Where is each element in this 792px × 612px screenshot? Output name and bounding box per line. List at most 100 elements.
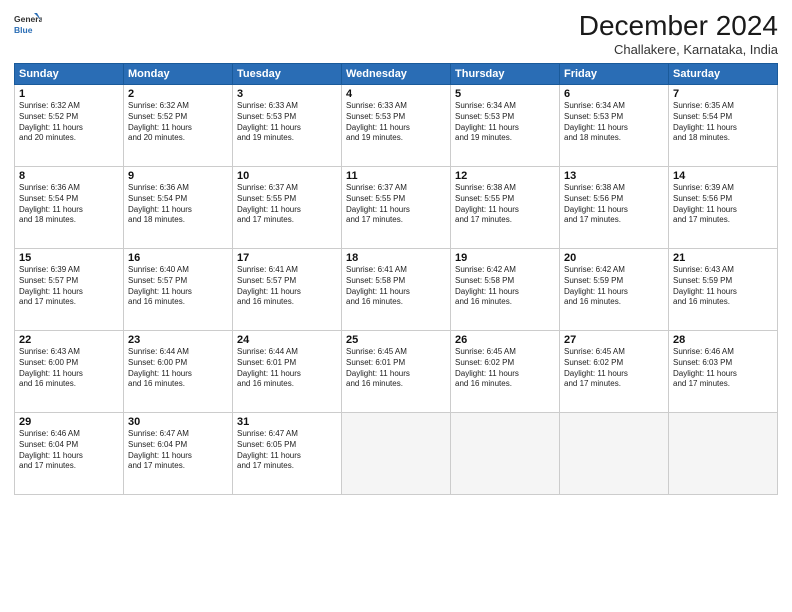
day-info: Sunrise: 6:36 AMSunset: 5:54 PMDaylight:… xyxy=(19,183,119,226)
calendar-cell xyxy=(451,413,560,495)
day-number: 6 xyxy=(564,88,664,100)
col-saturday: Saturday xyxy=(669,64,778,85)
calendar-cell: 22Sunrise: 6:43 AMSunset: 6:00 PMDayligh… xyxy=(15,331,124,413)
calendar-week: 1Sunrise: 6:32 AMSunset: 5:52 PMDaylight… xyxy=(15,85,778,167)
day-number: 19 xyxy=(455,252,555,264)
day-info: Sunrise: 6:43 AMSunset: 6:00 PMDaylight:… xyxy=(19,347,119,390)
day-info: Sunrise: 6:39 AMSunset: 5:57 PMDaylight:… xyxy=(19,265,119,308)
calendar-cell xyxy=(560,413,669,495)
day-info: Sunrise: 6:40 AMSunset: 5:57 PMDaylight:… xyxy=(128,265,228,308)
calendar-cell: 24Sunrise: 6:44 AMSunset: 6:01 PMDayligh… xyxy=(233,331,342,413)
day-number: 14 xyxy=(673,170,773,182)
day-info: Sunrise: 6:42 AMSunset: 5:59 PMDaylight:… xyxy=(564,265,664,308)
calendar-cell: 15Sunrise: 6:39 AMSunset: 5:57 PMDayligh… xyxy=(15,249,124,331)
day-number: 4 xyxy=(346,88,446,100)
day-number: 18 xyxy=(346,252,446,264)
calendar-cell: 18Sunrise: 6:41 AMSunset: 5:58 PMDayligh… xyxy=(342,249,451,331)
calendar-cell: 31Sunrise: 6:47 AMSunset: 6:05 PMDayligh… xyxy=(233,413,342,495)
day-info: Sunrise: 6:32 AMSunset: 5:52 PMDaylight:… xyxy=(19,101,119,144)
calendar-cell: 30Sunrise: 6:47 AMSunset: 6:04 PMDayligh… xyxy=(124,413,233,495)
day-number: 30 xyxy=(128,416,228,428)
day-info: Sunrise: 6:34 AMSunset: 5:53 PMDaylight:… xyxy=(564,101,664,144)
logo-svg: General Blue xyxy=(14,10,42,38)
day-info: Sunrise: 6:37 AMSunset: 5:55 PMDaylight:… xyxy=(346,183,446,226)
day-number: 29 xyxy=(19,416,119,428)
calendar-cell: 4Sunrise: 6:33 AMSunset: 5:53 PMDaylight… xyxy=(342,85,451,167)
calendar-cell xyxy=(669,413,778,495)
calendar-cell: 14Sunrise: 6:39 AMSunset: 5:56 PMDayligh… xyxy=(669,167,778,249)
day-number: 9 xyxy=(128,170,228,182)
col-monday: Monday xyxy=(124,64,233,85)
calendar-cell: 9Sunrise: 6:36 AMSunset: 5:54 PMDaylight… xyxy=(124,167,233,249)
day-number: 24 xyxy=(237,334,337,346)
col-friday: Friday xyxy=(560,64,669,85)
day-number: 20 xyxy=(564,252,664,264)
calendar-cell: 12Sunrise: 6:38 AMSunset: 5:55 PMDayligh… xyxy=(451,167,560,249)
col-tuesday: Tuesday xyxy=(233,64,342,85)
calendar-cell: 19Sunrise: 6:42 AMSunset: 5:58 PMDayligh… xyxy=(451,249,560,331)
day-info: Sunrise: 6:45 AMSunset: 6:01 PMDaylight:… xyxy=(346,347,446,390)
day-number: 3 xyxy=(237,88,337,100)
logo: General Blue xyxy=(14,10,42,38)
calendar-cell: 20Sunrise: 6:42 AMSunset: 5:59 PMDayligh… xyxy=(560,249,669,331)
day-number: 16 xyxy=(128,252,228,264)
day-number: 11 xyxy=(346,170,446,182)
day-info: Sunrise: 6:38 AMSunset: 5:56 PMDaylight:… xyxy=(564,183,664,226)
day-info: Sunrise: 6:47 AMSunset: 6:04 PMDaylight:… xyxy=(128,429,228,472)
calendar-cell: 2Sunrise: 6:32 AMSunset: 5:52 PMDaylight… xyxy=(124,85,233,167)
calendar-cell: 25Sunrise: 6:45 AMSunset: 6:01 PMDayligh… xyxy=(342,331,451,413)
title-block: December 2024 Challakere, Karnataka, Ind… xyxy=(579,10,778,57)
calendar-week: 15Sunrise: 6:39 AMSunset: 5:57 PMDayligh… xyxy=(15,249,778,331)
calendar-week: 8Sunrise: 6:36 AMSunset: 5:54 PMDaylight… xyxy=(15,167,778,249)
calendar-cell xyxy=(342,413,451,495)
day-number: 12 xyxy=(455,170,555,182)
calendar-cell: 17Sunrise: 6:41 AMSunset: 5:57 PMDayligh… xyxy=(233,249,342,331)
day-info: Sunrise: 6:41 AMSunset: 5:57 PMDaylight:… xyxy=(237,265,337,308)
day-number: 5 xyxy=(455,88,555,100)
day-info: Sunrise: 6:42 AMSunset: 5:58 PMDaylight:… xyxy=(455,265,555,308)
header: General Blue December 2024 Challakere, K… xyxy=(14,10,778,57)
day-info: Sunrise: 6:32 AMSunset: 5:52 PMDaylight:… xyxy=(128,101,228,144)
day-number: 27 xyxy=(564,334,664,346)
calendar-cell: 27Sunrise: 6:45 AMSunset: 6:02 PMDayligh… xyxy=(560,331,669,413)
day-info: Sunrise: 6:41 AMSunset: 5:58 PMDaylight:… xyxy=(346,265,446,308)
header-row: Sunday Monday Tuesday Wednesday Thursday… xyxy=(15,64,778,85)
day-info: Sunrise: 6:33 AMSunset: 5:53 PMDaylight:… xyxy=(237,101,337,144)
day-info: Sunrise: 6:39 AMSunset: 5:56 PMDaylight:… xyxy=(673,183,773,226)
day-info: Sunrise: 6:37 AMSunset: 5:55 PMDaylight:… xyxy=(237,183,337,226)
day-number: 31 xyxy=(237,416,337,428)
day-number: 15 xyxy=(19,252,119,264)
day-info: Sunrise: 6:44 AMSunset: 6:01 PMDaylight:… xyxy=(237,347,337,390)
svg-text:Blue: Blue xyxy=(14,25,33,35)
day-info: Sunrise: 6:46 AMSunset: 6:03 PMDaylight:… xyxy=(673,347,773,390)
calendar-week: 22Sunrise: 6:43 AMSunset: 6:00 PMDayligh… xyxy=(15,331,778,413)
calendar-cell: 8Sunrise: 6:36 AMSunset: 5:54 PMDaylight… xyxy=(15,167,124,249)
calendar-cell: 11Sunrise: 6:37 AMSunset: 5:55 PMDayligh… xyxy=(342,167,451,249)
calendar-cell: 3Sunrise: 6:33 AMSunset: 5:53 PMDaylight… xyxy=(233,85,342,167)
day-info: Sunrise: 6:45 AMSunset: 6:02 PMDaylight:… xyxy=(564,347,664,390)
day-number: 2 xyxy=(128,88,228,100)
calendar-cell: 23Sunrise: 6:44 AMSunset: 6:00 PMDayligh… xyxy=(124,331,233,413)
calendar-week: 29Sunrise: 6:46 AMSunset: 6:04 PMDayligh… xyxy=(15,413,778,495)
calendar-cell: 10Sunrise: 6:37 AMSunset: 5:55 PMDayligh… xyxy=(233,167,342,249)
day-number: 22 xyxy=(19,334,119,346)
day-number: 26 xyxy=(455,334,555,346)
day-number: 10 xyxy=(237,170,337,182)
month-title: December 2024 xyxy=(579,10,778,42)
day-info: Sunrise: 6:35 AMSunset: 5:54 PMDaylight:… xyxy=(673,101,773,144)
calendar-cell: 21Sunrise: 6:43 AMSunset: 5:59 PMDayligh… xyxy=(669,249,778,331)
day-info: Sunrise: 6:43 AMSunset: 5:59 PMDaylight:… xyxy=(673,265,773,308)
calendar-cell: 13Sunrise: 6:38 AMSunset: 5:56 PMDayligh… xyxy=(560,167,669,249)
col-thursday: Thursday xyxy=(451,64,560,85)
day-number: 17 xyxy=(237,252,337,264)
day-number: 13 xyxy=(564,170,664,182)
day-info: Sunrise: 6:36 AMSunset: 5:54 PMDaylight:… xyxy=(128,183,228,226)
day-info: Sunrise: 6:34 AMSunset: 5:53 PMDaylight:… xyxy=(455,101,555,144)
day-number: 28 xyxy=(673,334,773,346)
day-number: 8 xyxy=(19,170,119,182)
day-info: Sunrise: 6:45 AMSunset: 6:02 PMDaylight:… xyxy=(455,347,555,390)
page-container: General Blue December 2024 Challakere, K… xyxy=(0,0,792,612)
calendar-cell: 5Sunrise: 6:34 AMSunset: 5:53 PMDaylight… xyxy=(451,85,560,167)
day-number: 21 xyxy=(673,252,773,264)
day-number: 25 xyxy=(346,334,446,346)
